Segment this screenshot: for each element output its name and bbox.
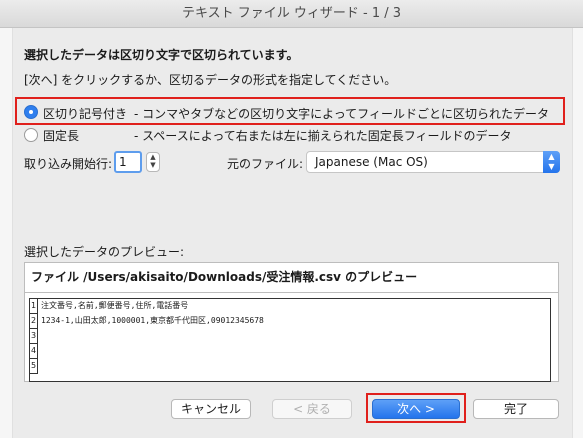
radio-fixed-width-label[interactable]: 固定長: [43, 127, 79, 144]
finish-button[interactable]: 完了: [473, 399, 559, 419]
preview-panel: ファイル /Users/akisaito/Downloads/受注情報.csv …: [24, 262, 559, 382]
preview-title: ファイル /Users/akisaito/Downloads/受注情報.csv …: [25, 263, 558, 293]
start-row-label: 取り込み開始行:: [24, 157, 113, 171]
radio-delimited-label[interactable]: 区切り記号付き: [43, 105, 127, 122]
intro-heading: 選択したデータは区切り文字で区切られています。: [24, 48, 299, 62]
preview-row: 4: [30, 344, 550, 359]
intro-instruction: [次へ] をクリックするか、区切るデータの形式を指定してください。: [24, 73, 397, 87]
window-title: テキスト ファイル ウィザード - 1 / 3: [0, 0, 583, 28]
preview-grid[interactable]: 1 注文番号,名前,郵便番号,住所,電話番号 2 1234-1,山田太郎,100…: [29, 298, 551, 382]
row-content: 1234-1,山田太郎,1000001,東京都千代田区,09012345678: [41, 316, 264, 325]
preview-section-label: 選択したデータのプレビュー:: [24, 245, 185, 259]
fixed-width-description: - スペースによって右または左に揃えられた固定長フィールドのデータ: [134, 129, 512, 143]
origin-select[interactable]: Japanese (Mac OS) ▲ ▼: [306, 151, 560, 173]
row-content: 注文番号,名前,郵便番号,住所,電話番号: [41, 301, 189, 310]
preview-row: 1 注文番号,名前,郵便番号,住所,電話番号: [30, 299, 550, 314]
chevron-up-icon[interactable]: ▲: [147, 153, 159, 161]
updown-chevron-icon[interactable]: ▲ ▼: [543, 151, 560, 173]
preview-row: 2 1234-1,山田太郎,1000001,東京都千代田区,0901234567…: [30, 314, 550, 329]
row-number: 2: [30, 314, 38, 329]
row-number: 3: [30, 329, 38, 344]
cancel-button[interactable]: キャンセル: [171, 399, 251, 419]
back-button[interactable]: < 戻る: [272, 399, 352, 419]
origin-select-value: Japanese (Mac OS): [315, 155, 428, 169]
row-number: 4: [30, 344, 38, 359]
chevron-down-icon[interactable]: ▼: [147, 161, 159, 169]
start-row-input[interactable]: 1: [114, 151, 142, 173]
background-sheet-right: [572, 28, 583, 438]
next-button[interactable]: 次へ >: [372, 399, 460, 419]
preview-row: 3: [30, 329, 550, 344]
origin-label: 元のファイル:: [227, 157, 304, 171]
radio-delimited[interactable]: [24, 105, 38, 119]
row-number: 5: [30, 359, 38, 374]
start-row-stepper[interactable]: ▲ ▼: [146, 152, 160, 172]
delimited-description: - コンマやタブなどの区切り文字によってフィールドごとに区切られたデータ: [134, 107, 549, 121]
radio-fixed-width[interactable]: [24, 128, 38, 142]
background-sheet-left: [0, 28, 13, 438]
row-number: 1: [30, 299, 38, 314]
preview-row: 5: [30, 359, 550, 374]
